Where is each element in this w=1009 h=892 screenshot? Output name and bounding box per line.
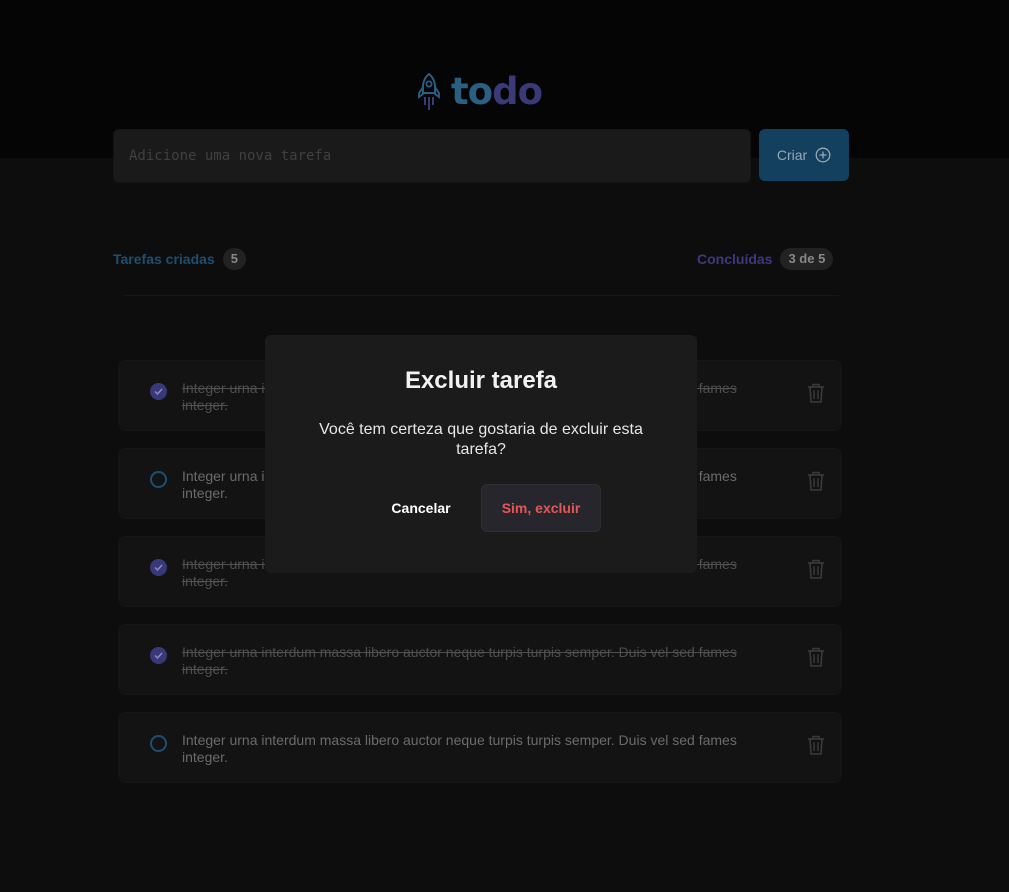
modal-message: Você tem certeza que gostaria de excluir…: [319, 421, 643, 458]
delete-task-modal: Excluir tarefa Você tem certeza que gost…: [265, 335, 697, 573]
modal-title: Excluir tarefa: [404, 367, 558, 394]
confirm-delete-button[interactable]: Sim, excluir: [481, 484, 601, 532]
cancel-button[interactable]: Cancelar: [380, 484, 462, 532]
